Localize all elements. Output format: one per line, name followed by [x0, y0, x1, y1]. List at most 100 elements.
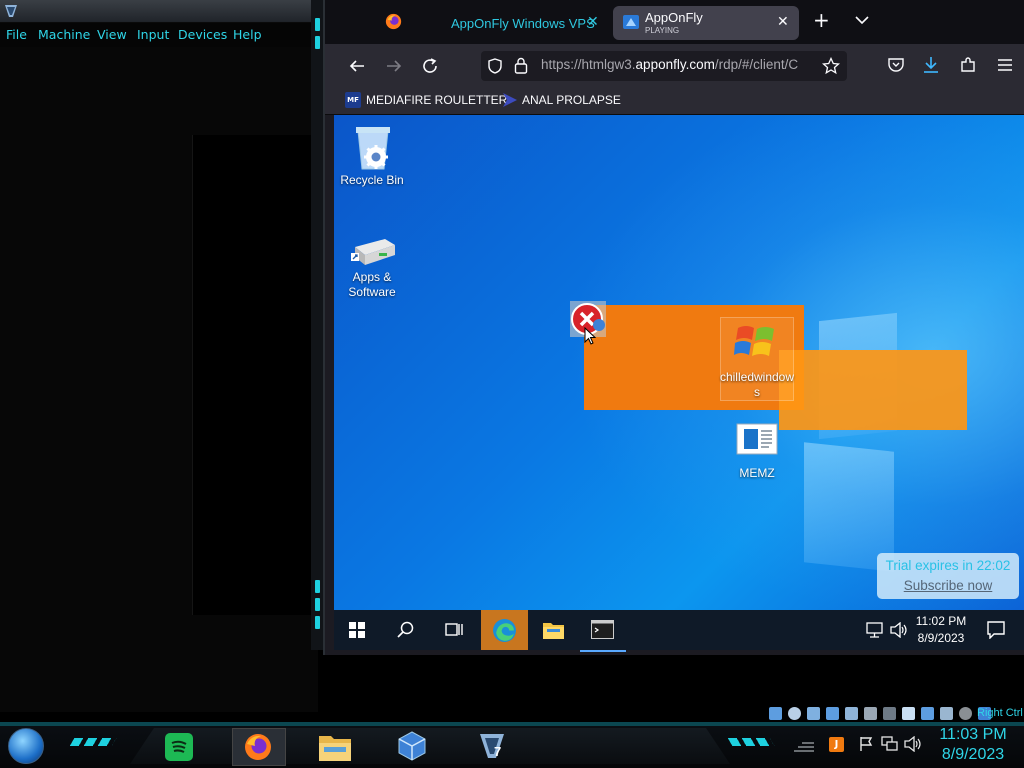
file-explorer-icon[interactable]	[542, 620, 565, 640]
vm-window-taskbar-item[interactable]: 7	[472, 728, 516, 764]
virtualbox-menubar: File Machine View Input Devices Help	[0, 23, 318, 47]
frame-accent	[315, 580, 320, 593]
virtualbox-taskbar-icon[interactable]	[396, 730, 428, 762]
frame-accent	[315, 36, 320, 49]
terminal-icon	[591, 620, 614, 639]
frame-accent	[315, 18, 320, 31]
vm-drag-drop-icon[interactable]	[883, 707, 896, 720]
trial-expiry-text: Trial expires in 22:02	[885, 558, 1011, 573]
menu-hamburger-icon[interactable]	[997, 58, 1013, 72]
remote-clock-time[interactable]: 11:02 PM	[910, 614, 972, 628]
url-bar[interactable]: https://htmlgw3.apponfly.com/rdp/#/clien…	[481, 51, 847, 81]
virtual-machine-icon	[480, 734, 504, 758]
edge-icon	[493, 619, 516, 642]
start-windows-icon[interactable]	[349, 622, 365, 638]
downloads-icon[interactable]	[923, 56, 939, 74]
bookmark-mediafire[interactable]: MEDIAFIRE ROULETTER	[366, 93, 507, 107]
memz-artifact-rect	[779, 350, 967, 430]
frame-accent	[315, 598, 320, 611]
remote-desktop[interactable]: Recycle Bin Apps & Software chilledwindo…	[334, 115, 1024, 610]
chilledwindows-icon[interactable]	[734, 320, 778, 364]
taskbar-decor-icon	[69, 738, 117, 746]
window-count-badge: 7	[494, 744, 502, 759]
taskbar-decor-icon	[727, 738, 775, 746]
tab-strip: AppOnFly Windows VPS ✕ AppOnFly PLAYING …	[325, 0, 1024, 44]
reload-icon[interactable]	[421, 57, 439, 75]
extensions-icon[interactable]	[959, 56, 977, 74]
menu-input[interactable]: Input	[137, 27, 169, 42]
bookmark-second[interactable]: ANAL PROLAPSE	[522, 93, 621, 107]
mouse-cursor-icon	[584, 327, 596, 345]
menu-devices[interactable]: Devices	[178, 27, 227, 42]
lock-icon[interactable]	[514, 57, 528, 74]
tab-apponfly-playing[interactable]: AppOnFly PLAYING ✕	[613, 6, 799, 40]
menu-help[interactable]: Help	[233, 27, 262, 42]
mediafire-favicon-icon: MF	[345, 92, 361, 108]
host-clock-time[interactable]: 11:03 PM	[928, 726, 1018, 744]
url-path: /rdp/#/client/C	[714, 57, 799, 72]
host-volume-icon[interactable]	[904, 736, 922, 752]
url-domain: apponfly.com	[635, 57, 715, 72]
vm-status-bar: Right Ctrl	[766, 705, 1024, 723]
bookmark-star-icon[interactable]	[822, 57, 840, 75]
firefox-taskbar-item[interactable]	[232, 728, 286, 766]
volume-icon[interactable]	[890, 622, 908, 638]
action-center-icon[interactable]	[987, 621, 1005, 639]
vm-optical-status-icon[interactable]	[788, 707, 801, 720]
host-taskbar: 7 J 11:03 PM 8/9/2023	[0, 722, 1024, 768]
recycle-bin-label: Recycle Bin	[340, 173, 404, 187]
subscribe-link[interactable]: Subscribe now	[877, 578, 1019, 593]
recycle-bin-icon[interactable]	[352, 123, 394, 171]
menu-machine[interactable]: Machine	[38, 27, 90, 42]
chilledwindows-label: chilledwindows	[719, 370, 795, 399]
tracking-shield-icon[interactable]	[487, 58, 503, 74]
vm-display-status-icon[interactable]	[902, 707, 915, 720]
task-view-icon[interactable]	[445, 621, 463, 638]
list-tabs-chevron-icon[interactable]	[855, 16, 869, 25]
java-tray-icon[interactable]: J	[829, 737, 844, 752]
action-flag-icon[interactable]	[858, 736, 874, 752]
memz-icon[interactable]	[736, 423, 778, 455]
apps-software-icon[interactable]	[349, 233, 397, 269]
tab-apponfly-vps[interactable]: AppOnFly Windows VPS ✕	[361, 6, 613, 40]
file-manager-icon[interactable]	[318, 732, 352, 762]
tab-title: AppOnFly Windows VPS	[451, 16, 595, 31]
vm-recording-status-icon[interactable]	[921, 707, 934, 720]
virtualbox-logo-icon	[5, 5, 17, 17]
search-icon[interactable]	[397, 621, 414, 638]
tab-title: AppOnFly	[645, 10, 703, 25]
vm-audio-status-icon[interactable]	[807, 707, 820, 720]
bookmark-favicon-icon	[503, 93, 517, 107]
vm-hdd-status-icon[interactable]	[769, 707, 782, 720]
spotify-icon[interactable]	[164, 732, 194, 762]
network-icon[interactable]	[866, 622, 883, 638]
vm-usb-status-icon[interactable]	[845, 707, 858, 720]
forward-arrow-icon[interactable]	[386, 58, 402, 74]
remote-clock-date[interactable]: 8/9/2023	[910, 631, 972, 645]
tab-close-icon[interactable]: ✕	[777, 14, 789, 30]
pocket-icon[interactable]	[887, 57, 905, 73]
show-hidden-icons-icon[interactable]	[793, 738, 815, 752]
remote-taskbar: 11:02 PM 8/9/2023	[334, 610, 1024, 652]
url-text[interactable]: https://htmlgw3.apponfly.com/rdp/#/clien…	[541, 57, 813, 72]
back-arrow-icon[interactable]	[349, 58, 365, 74]
vm-mouse-status-icon[interactable]	[959, 707, 972, 720]
apps-software-label: Apps & Software	[348, 270, 396, 299]
tab-close-icon[interactable]: ✕	[587, 14, 599, 30]
terminal-taskbar-item[interactable]	[580, 610, 626, 652]
menu-file[interactable]: File	[6, 27, 27, 42]
host-network-icon[interactable]	[881, 736, 898, 752]
edge-taskbar-item[interactable]	[481, 610, 528, 650]
memz-label: MEMZ	[739, 466, 775, 480]
vm-network-status-icon[interactable]	[826, 707, 839, 720]
menu-view[interactable]: View	[97, 27, 127, 42]
new-tab-icon[interactable]: +	[813, 10, 830, 30]
vm-cpu-status-icon[interactable]	[940, 707, 953, 720]
vm-screen-area[interactable]	[192, 135, 319, 615]
vm-shared-folders-icon[interactable]	[864, 707, 877, 720]
apponfly-favicon-icon	[623, 15, 639, 29]
host-clock-date[interactable]: 8/9/2023	[928, 746, 1018, 764]
virtualbox-titlebar[interactable]	[0, 0, 318, 23]
trial-notice: Trial expires in 22:02 Subscribe now	[877, 553, 1019, 599]
start-orb-icon[interactable]	[8, 728, 44, 764]
